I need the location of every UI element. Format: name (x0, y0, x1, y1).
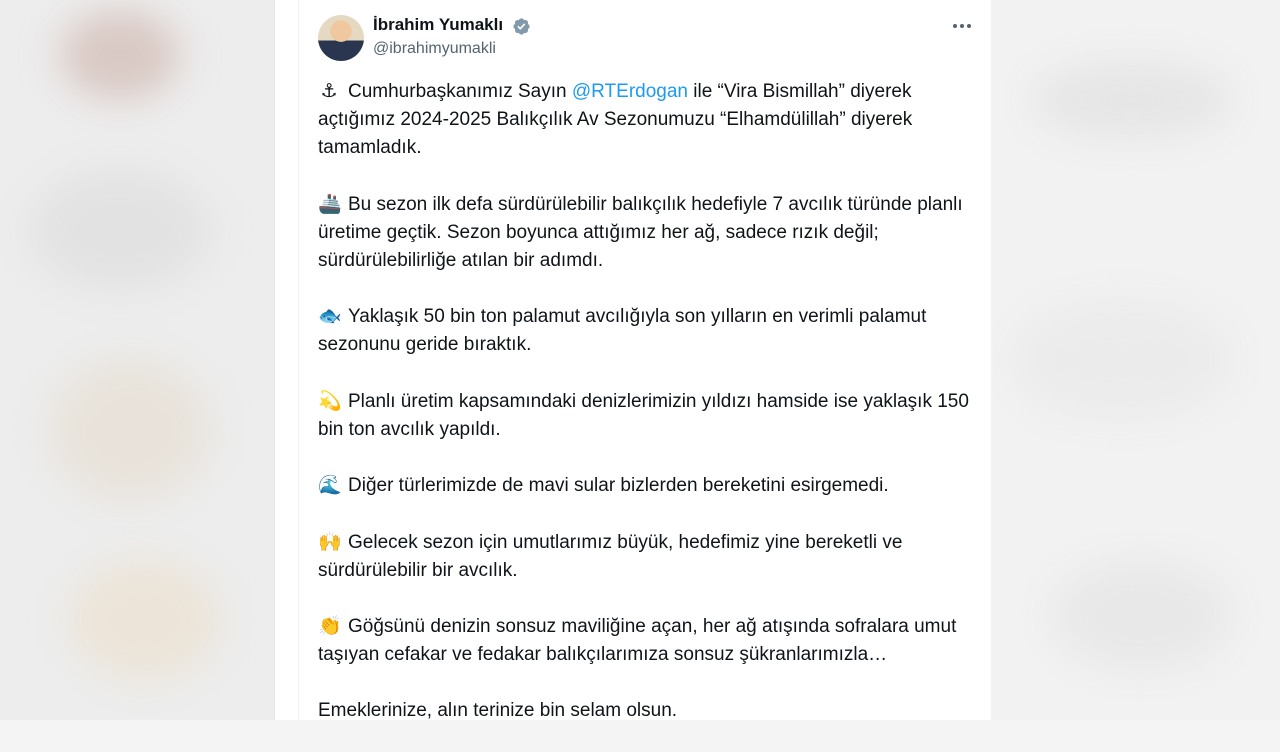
ship-icon: 🚢 (318, 192, 342, 215)
author-handle[interactable]: @ibrahimyumakli (373, 40, 496, 58)
tweet-paragraph-5: 🌊 Diğer türlerimizde de mavi sular bizler… (318, 471, 978, 500)
dizzy-star-icon: 💫 (318, 389, 342, 412)
tweet-paragraph-3: 🐟 Yaklaşık 50 bin ton palamut avcılığıyla… (318, 302, 978, 359)
blurred-background-left (0, 0, 274, 720)
blurred-background-right (992, 0, 1280, 720)
fish-icon: 🐟 (318, 305, 342, 327)
wave-icon: 🌊 (318, 474, 342, 496)
tweet-paragraph-7: 👏 Göğsünü denizin sonsuz maviliğine açan,… (318, 612, 978, 669)
more-options-icon[interactable] (950, 14, 974, 38)
tweet-paragraph-4: 💫 Planlı üretim kapsamındaki denizlerimiz… (318, 387, 978, 444)
anchor-icon: ⚓ (320, 80, 338, 102)
tweet-paragraph-1: ⚓ Cumhurbaşkanımız Sayın @RTErdogan ile “… (318, 77, 978, 162)
tweet-paragraph-8: Emeklerinize, alın terinize bin selam ol… (318, 699, 678, 721)
tweet-text: ⚓ Cumhurbaşkanımız Sayın @RTErdogan ile “… (318, 77, 978, 752)
raised-hands-icon: 🙌 (318, 530, 342, 553)
clapping-hands-icon: 👏 (318, 615, 342, 637)
author-name[interactable]: İbrahim Yumaklı (373, 15, 503, 35)
avatar[interactable] (318, 15, 364, 61)
tweet-paragraph-6: 🙌 Gelecek sezon için umutlarımız büyük, h… (318, 528, 978, 585)
tweet-paragraph-2: 🚢 Bu sezon ilk defa sürdürülebilir balıkç… (318, 190, 978, 275)
mention-link[interactable]: @RTErdogan (572, 81, 688, 102)
verified-badge-icon (513, 18, 530, 35)
